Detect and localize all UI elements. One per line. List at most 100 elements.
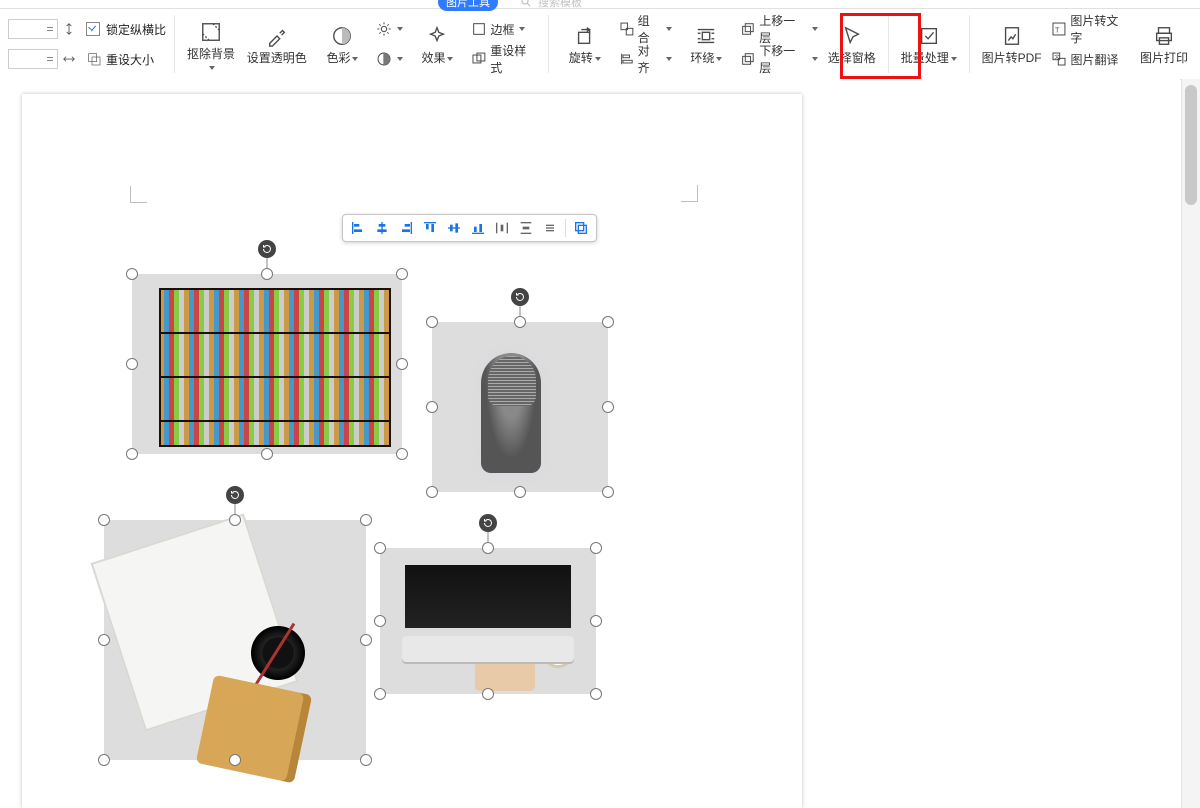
document-workspace[interactable] (0, 79, 1180, 808)
img-print-button[interactable]: 图片打印 (1134, 20, 1194, 68)
resize-handle[interactable] (126, 448, 138, 460)
resize-handle[interactable] (98, 634, 110, 646)
rotate-handle[interactable] (258, 240, 276, 258)
resize-handle[interactable] (514, 316, 526, 328)
resize-handle[interactable] (229, 754, 241, 766)
group-icon (619, 21, 635, 37)
align-icon (619, 51, 635, 67)
resize-handle[interactable] (426, 316, 438, 328)
resize-handle[interactable] (396, 358, 408, 370)
resize-handle[interactable] (602, 486, 614, 498)
distribute-h-button[interactable] (491, 217, 513, 239)
effect-label: 效果 (421, 51, 445, 65)
resize-handle[interactable] (426, 401, 438, 413)
sparkle-icon (425, 24, 449, 48)
color-button[interactable]: 色彩 (312, 20, 372, 68)
border-button[interactable]: 边框 (469, 18, 539, 40)
align-top-button[interactable] (419, 217, 441, 239)
brightness-button[interactable] (374, 18, 405, 40)
set-transparent-label: 设置透明色 (247, 52, 307, 66)
height-icon (62, 22, 76, 36)
remove-bg-button[interactable]: 抠除背景 (181, 16, 241, 72)
align-left-button[interactable] (347, 217, 369, 239)
selected-image-1[interactable] (132, 274, 402, 454)
reset-size-button[interactable]: 重设大小 (86, 48, 166, 70)
resize-handle[interactable] (602, 316, 614, 328)
resize-handle[interactable] (360, 754, 372, 766)
img-to-text-button[interactable]: T 图片转文字 (1049, 18, 1132, 40)
group-button[interactable]: 组合 (617, 18, 675, 40)
resize-handle[interactable] (360, 514, 372, 526)
align-right-button[interactable] (395, 217, 417, 239)
width-spin[interactable] (8, 49, 58, 69)
rotate-button[interactable]: 旋转 (555, 20, 615, 68)
wrap-icon (694, 24, 718, 48)
resize-handle[interactable] (590, 688, 602, 700)
move-up-button[interactable]: 上移一层 (738, 18, 819, 40)
resize-handle[interactable] (374, 688, 386, 700)
align-middle-v-button[interactable] (443, 217, 465, 239)
resize-handle[interactable] (360, 634, 372, 646)
svg-text:T: T (1055, 25, 1060, 34)
set-transparent-button[interactable]: 设置透明色 (241, 20, 312, 68)
move-down-button[interactable]: 下移一层 (738, 48, 819, 70)
ocr-icon: T (1051, 21, 1067, 37)
img-translate-button[interactable]: 文 图片翻译 (1049, 48, 1132, 70)
distribute-v-button[interactable] (515, 217, 537, 239)
resize-handle[interactable] (126, 268, 138, 280)
wrap-button[interactable]: 环绕 (676, 20, 736, 68)
move-down-label: 下移一层 (759, 42, 807, 76)
selected-image-2[interactable] (432, 322, 608, 492)
img-to-text-label: 图片转文字 (1070, 12, 1130, 46)
resize-handle[interactable] (590, 615, 602, 627)
reset-size-icon (86, 51, 102, 67)
resize-handle[interactable] (374, 615, 386, 627)
image-content (104, 520, 366, 760)
resize-handle[interactable] (426, 486, 438, 498)
selected-image-4[interactable] (380, 548, 596, 694)
rotate-icon (573, 24, 597, 48)
reset-style-label: 重设样式 (490, 42, 538, 76)
equal-size-button[interactable] (539, 217, 561, 239)
rotate-handle[interactable] (226, 486, 244, 504)
selected-image-3[interactable] (104, 520, 366, 760)
align-bottom-button[interactable] (467, 217, 489, 239)
img-to-pdf-button[interactable]: 图片转PDF (976, 20, 1048, 68)
batch-process-button[interactable]: 批量处理 (895, 20, 963, 68)
resize-handle[interactable] (602, 401, 614, 413)
align-button[interactable]: 对齐 (617, 48, 675, 70)
resize-handle[interactable] (229, 514, 241, 526)
resize-handle[interactable] (261, 268, 273, 280)
align-center-h-button[interactable] (371, 217, 393, 239)
border-label: 边框 (490, 21, 514, 38)
cursor-icon (840, 24, 864, 48)
vertical-scrollbar[interactable] (1181, 79, 1200, 808)
img-to-pdf-label: 图片转PDF (982, 52, 1042, 66)
resize-handle[interactable] (396, 448, 408, 460)
resize-handle[interactable] (590, 542, 602, 554)
resize-handle[interactable] (396, 268, 408, 280)
resize-handle[interactable] (98, 754, 110, 766)
select-pane-button[interactable]: 选择窗格 (822, 20, 882, 68)
resize-handle[interactable] (482, 542, 494, 554)
rotate-handle[interactable] (511, 288, 529, 306)
resize-handle[interactable] (261, 448, 273, 460)
resize-handle[interactable] (514, 486, 526, 498)
remove-bg-icon (199, 20, 223, 44)
select-pane-label: 选择窗格 (828, 52, 876, 66)
resize-handle[interactable] (482, 688, 494, 700)
rotate-handle[interactable] (479, 514, 497, 532)
effect-button[interactable]: 效果 (407, 20, 467, 68)
ribbon-tab-strip (0, 0, 1200, 9)
reset-style-button[interactable]: 重设样式 (469, 48, 539, 70)
resize-handle[interactable] (126, 358, 138, 370)
crop-same-button[interactable] (570, 217, 592, 239)
resize-handle[interactable] (98, 514, 110, 526)
resize-handle[interactable] (374, 542, 386, 554)
document-page (22, 94, 802, 808)
lock-ratio-checkbox[interactable]: 锁定纵横比 (86, 18, 166, 40)
contrast-button[interactable] (374, 48, 405, 70)
align-label: 对齐 (638, 42, 662, 76)
height-spin[interactable] (8, 19, 58, 39)
scrollbar-thumb[interactable] (1185, 85, 1197, 205)
